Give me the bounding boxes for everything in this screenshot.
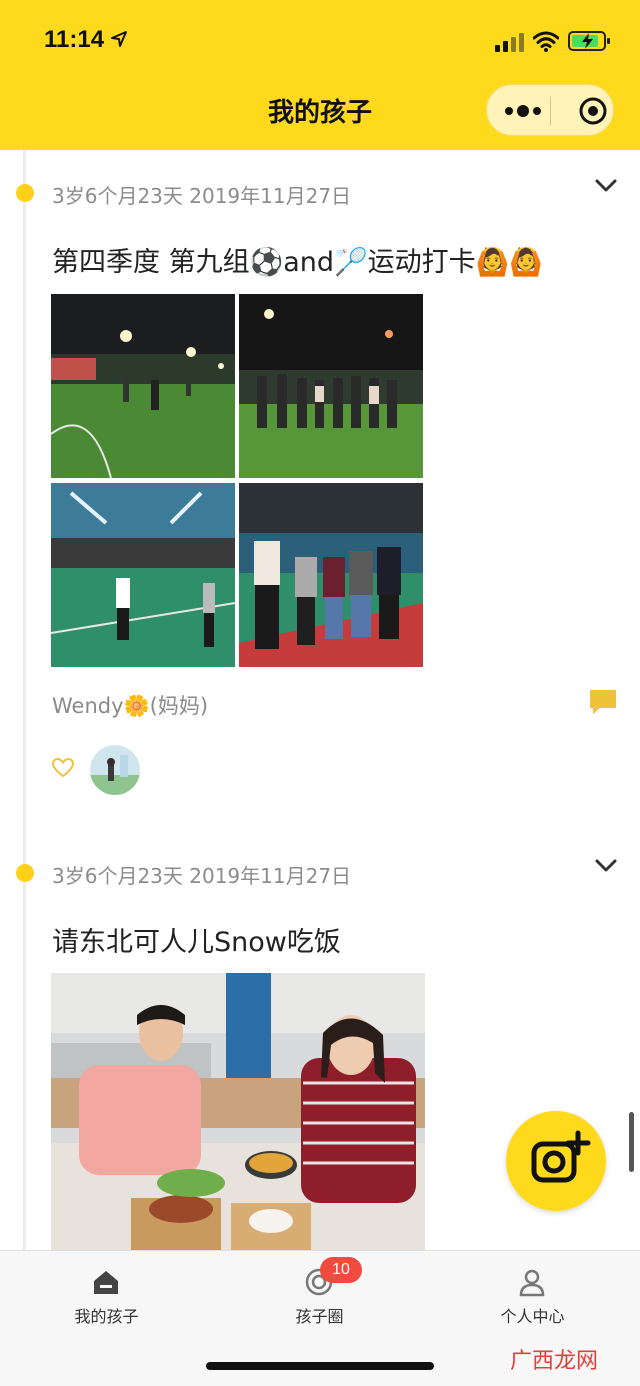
more-button[interactable]	[487, 85, 550, 137]
post-date: 3岁6个月23天 2019年11月27日	[52, 864, 352, 888]
timeline-dot	[16, 184, 34, 202]
tab-label: 我的孩子	[74, 1307, 139, 1326]
chevron-down-icon[interactable]	[594, 178, 618, 194]
post-photo[interactable]	[51, 483, 235, 667]
post-text: 请东北可人儿Snow吃饭	[52, 927, 341, 958]
home-icon	[94, 1271, 118, 1294]
comment-icon[interactable]	[588, 688, 618, 716]
post-date: 3岁6个月23天 2019年11月27日	[52, 184, 352, 208]
status-time: 11:14	[44, 26, 105, 53]
chevron-down-icon[interactable]	[594, 858, 618, 874]
post-author: Wendy🌼(妈妈)	[52, 694, 209, 718]
mini-program-capsule	[486, 84, 614, 136]
watermark-text: 广西龙网	[510, 1349, 599, 1374]
wifi-icon	[533, 31, 559, 52]
camera-plus-icon	[531, 1130, 591, 1183]
heart-icon[interactable]	[52, 758, 74, 778]
post-text: 第四季度 第九组⚽and🏸运动打卡🙆🙆	[52, 247, 543, 278]
timeline-line	[23, 150, 26, 1250]
person-icon	[519, 1269, 545, 1297]
close-mini-program-button[interactable]	[551, 85, 615, 137]
home-indicator[interactable]	[206, 1362, 434, 1370]
add-photo-button[interactable]	[506, 1111, 606, 1211]
cellular-signal-icon	[495, 33, 524, 52]
nav-bar: 我的孩子	[0, 80, 640, 150]
target-circle-icon	[579, 97, 607, 125]
tab-personal-center[interactable]: 个人中心	[426, 1251, 639, 1351]
post-photo[interactable]	[239, 483, 423, 667]
tab-label: 个人中心	[500, 1307, 565, 1326]
post-photo[interactable]	[51, 294, 235, 478]
more-dots-icon	[505, 105, 541, 117]
post-photo[interactable]	[51, 973, 425, 1250]
post-photo[interactable]	[239, 294, 423, 478]
location-arrow-icon	[111, 31, 127, 47]
tab-label: 孩子圈	[295, 1307, 344, 1326]
timeline-dot	[16, 864, 34, 882]
scrollbar-thumb[interactable]	[629, 1112, 634, 1172]
liker-avatar[interactable]	[90, 745, 140, 795]
tab-my-children[interactable]: 我的孩子	[0, 1251, 213, 1351]
notification-badge: 10	[320, 1257, 362, 1283]
battery-charging-icon	[568, 31, 610, 51]
status-bar: 11:14	[0, 0, 640, 80]
